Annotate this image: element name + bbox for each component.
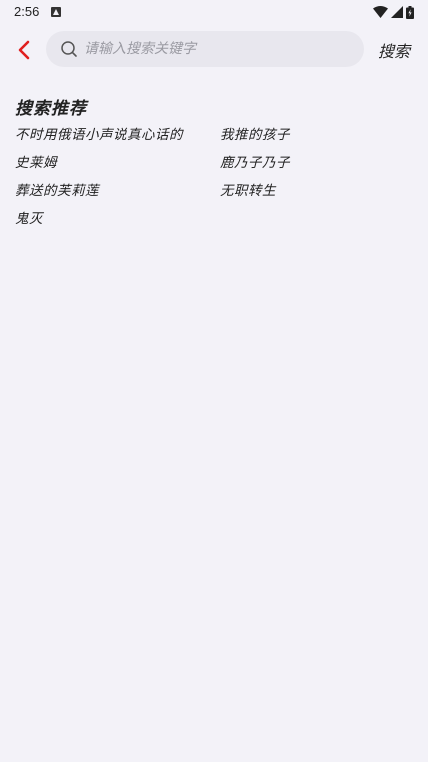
notification-icon <box>51 7 61 17</box>
search-toolbar: 搜索 <box>0 30 428 70</box>
suggestion-item[interactable]: 无职转生 <box>220 181 415 209</box>
suggestion-item[interactable]: 葬送的芙莉莲 <box>15 181 220 209</box>
battery-icon <box>406 5 414 19</box>
back-button[interactable] <box>10 36 38 64</box>
suggestion-item[interactable]: 不时用俄语小声说真心话的 <box>15 125 220 153</box>
suggestion-item[interactable]: 鹿乃子乃子 <box>220 153 415 181</box>
search-icon <box>60 40 78 58</box>
search-button[interactable]: 搜索 <box>378 38 410 62</box>
recommendations-list: 不时用俄语小声说真心话的 我推的孩子 史莱姆 鹿乃子乃子 葬送的芙莉莲 无职转生… <box>15 125 415 237</box>
status-icons <box>373 5 414 19</box>
recommendations-title: 搜索推荐 <box>15 99 87 119</box>
suggestion-item[interactable]: 鬼灭 <box>15 209 220 237</box>
suggestion-item[interactable]: 我推的孩子 <box>220 125 415 153</box>
suggestion-item[interactable]: 史莱姆 <box>15 153 220 181</box>
status-bar: 2:56 <box>0 0 428 24</box>
chevron-left-icon <box>18 40 30 60</box>
signal-icon <box>391 6 403 18</box>
search-input[interactable] <box>84 41 344 57</box>
search-box[interactable] <box>46 31 364 67</box>
wifi-icon <box>373 6 388 18</box>
status-time: 2:56 <box>14 4 40 19</box>
